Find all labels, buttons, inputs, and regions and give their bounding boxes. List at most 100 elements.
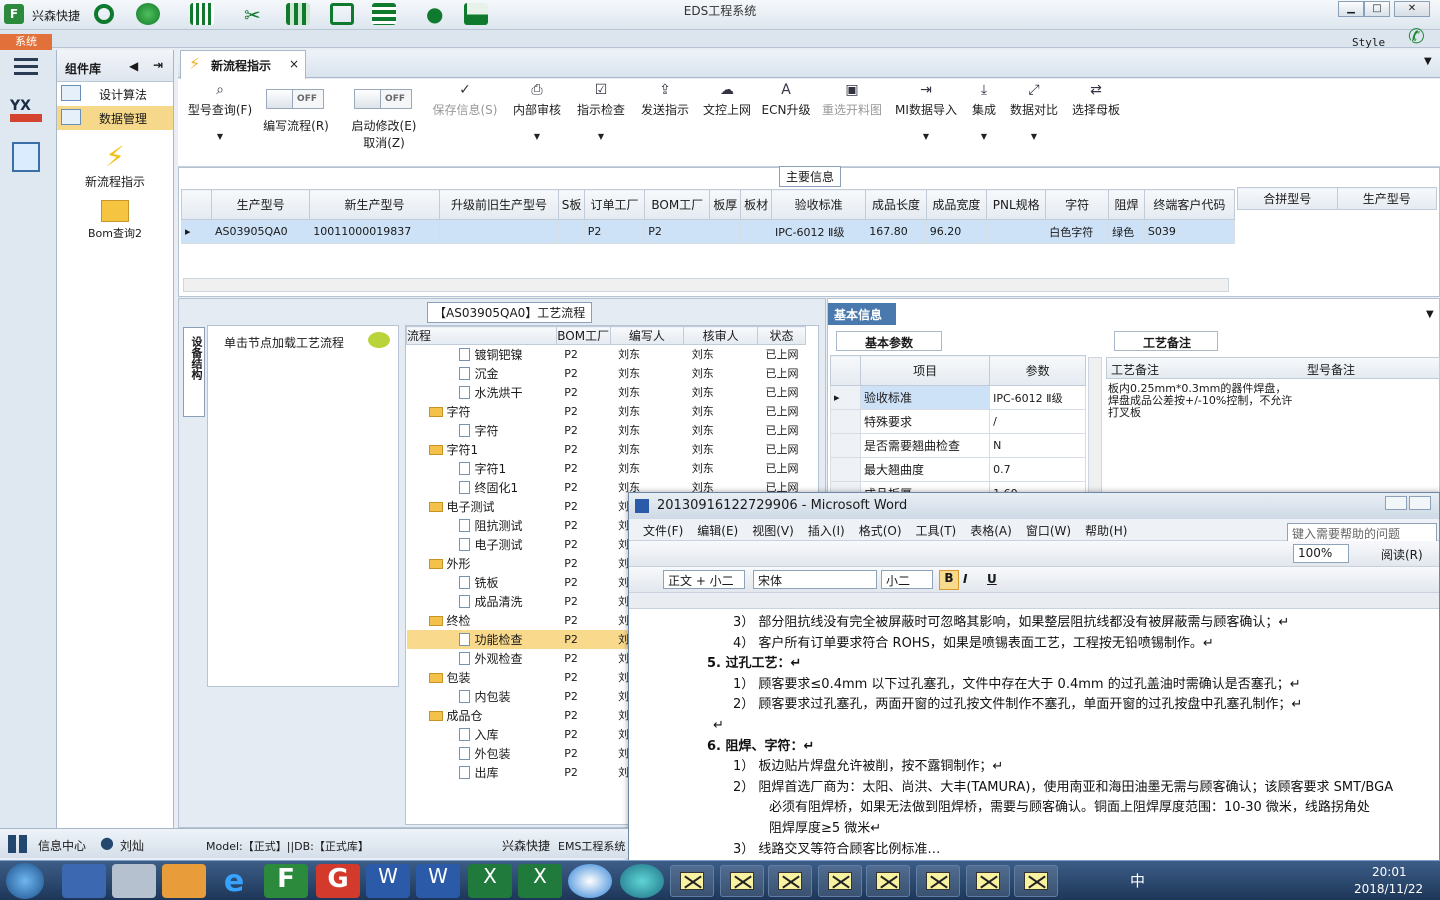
tree-row[interactable]: 字符 P2 刘东 刘东 已上网 bbox=[407, 421, 806, 440]
word-maximize-button[interactable] bbox=[1409, 496, 1431, 510]
taskbar-word-icon[interactable]: W bbox=[366, 864, 410, 898]
tree-row[interactable]: 字符1 P2 刘东 刘东 已上网 bbox=[407, 440, 806, 459]
clock-date[interactable]: 2018/11/22 bbox=[1354, 882, 1423, 896]
horizontal-scrollbar[interactable] bbox=[183, 278, 1229, 292]
column-header[interactable]: 成品长度 bbox=[865, 189, 927, 220]
taskbar-word2-icon[interactable]: W bbox=[416, 864, 460, 898]
equipment-structure-tab[interactable]: 设备结构 bbox=[183, 327, 205, 417]
taskbar-window-6[interactable] bbox=[916, 865, 960, 897]
maximize-button[interactable]: □ bbox=[1364, 1, 1390, 17]
process-notes-tab[interactable]: 工艺备注 bbox=[1114, 331, 1218, 351]
column-header[interactable]: 工艺备注 bbox=[1111, 361, 1159, 378]
taskbar-eye-icon[interactable] bbox=[620, 864, 664, 898]
taskbar-window-3[interactable] bbox=[768, 865, 812, 897]
list-icon[interactable] bbox=[372, 3, 396, 25]
write-flow-toggle[interactable]: OFF bbox=[266, 89, 324, 109]
scissors-icon[interactable]: ✂ bbox=[244, 3, 261, 27]
yx-logo-icon[interactable]: YX bbox=[10, 98, 42, 128]
pin-icon[interactable]: ⇥ bbox=[153, 58, 163, 72]
taskbar-ie-icon[interactable]: e bbox=[212, 864, 256, 899]
taskbar-window-8[interactable] bbox=[1014, 865, 1058, 897]
word-menu-item[interactable]: 编辑(E) bbox=[697, 524, 738, 538]
taskbar-shell-icon[interactable] bbox=[162, 864, 206, 898]
zoom-select[interactable]: 100% bbox=[1293, 544, 1349, 563]
read-button[interactable]: 阅读(R) bbox=[1381, 546, 1423, 563]
help-search-input[interactable]: 键入需要帮助的问题 bbox=[1287, 523, 1437, 542]
tab-close-button[interactable]: × bbox=[289, 57, 299, 71]
word-menu-item[interactable]: 插入(I) bbox=[808, 524, 845, 538]
column-header[interactable]: 生产型号 bbox=[1336, 187, 1437, 210]
nav-item-design-algorithm[interactable]: 设计算法 bbox=[57, 82, 173, 106]
column-header[interactable]: S板 bbox=[558, 189, 585, 220]
system-tab[interactable]: 系统 bbox=[0, 34, 52, 50]
save-info-button[interactable]: ✓ 保存信息(S) bbox=[428, 79, 502, 118]
param-value[interactable]: N bbox=[989, 433, 1086, 458]
taskbar-window-2[interactable] bbox=[720, 865, 764, 897]
table-row[interactable]: ▸ AS03905QA0 10011000019837 P2 P2 IPC-6012 Ⅱ级… bbox=[181, 219, 1236, 244]
tree-row[interactable]: 字符 P2 刘东 刘东 已上网 bbox=[407, 402, 806, 421]
chart-icon[interactable] bbox=[464, 3, 488, 25]
column-header[interactable]: 流程 bbox=[406, 326, 557, 345]
select-mother-button[interactable]: ⇄ 选择母板 bbox=[1070, 79, 1122, 118]
column-header[interactable]: 板厚 bbox=[709, 189, 742, 220]
tree-row[interactable]: 水洗烘干 P2 刘东 刘东 已上网 bbox=[407, 383, 806, 402]
column-header[interactable]: 核审人 bbox=[683, 326, 758, 345]
word-menu-item[interactable]: 文件(F) bbox=[643, 524, 683, 538]
word-menu-item[interactable]: 视图(V) bbox=[752, 524, 794, 538]
menu-icon[interactable] bbox=[14, 58, 38, 76]
data-compare-button[interactable]: ⤢ 数据对比 ▼ bbox=[1008, 79, 1060, 141]
font-size-select[interactable]: 小二 bbox=[881, 570, 933, 589]
upload-doc-button[interactable]: ☁ 文控上网 bbox=[698, 79, 756, 118]
close-button[interactable]: ✕ bbox=[1394, 1, 1430, 17]
table-row[interactable]: 特殊要求 / bbox=[830, 409, 1086, 434]
film-icon[interactable] bbox=[286, 3, 310, 25]
column-header[interactable]: BOM工厂 bbox=[644, 189, 711, 220]
start-button[interactable] bbox=[6, 863, 44, 899]
cancel-button[interactable]: 取消(Z) bbox=[348, 134, 420, 151]
tile-bom-query[interactable]: Bom查询2 bbox=[57, 200, 173, 241]
tree-row[interactable]: 字符1 P2 刘东 刘东 已上网 bbox=[407, 459, 806, 478]
taskbar-g-app-icon[interactable]: G bbox=[316, 864, 360, 898]
word-menu-item[interactable]: 帮助(H) bbox=[1085, 524, 1127, 538]
taskbar-window-5[interactable] bbox=[866, 865, 910, 897]
taskbar-scanner-icon[interactable] bbox=[112, 864, 156, 898]
internal-review-button[interactable]: ⎙ 内部审核 ▼ bbox=[508, 79, 566, 141]
model-query-button[interactable]: ⌕ 型号查询(F) ▼ bbox=[184, 79, 256, 141]
instruction-check-button[interactable]: ☑ 指示检查 ▼ bbox=[572, 79, 630, 141]
ime-indicator[interactable]: 中 bbox=[1130, 870, 1145, 891]
integrate-button[interactable]: ⤓ 集成 ▼ bbox=[966, 79, 1002, 141]
column-header[interactable]: 字符 bbox=[1045, 189, 1110, 220]
column-header[interactable]: 验收标准 bbox=[771, 189, 867, 220]
font-select[interactable]: 宋体 bbox=[753, 570, 877, 589]
word-menu-item[interactable]: 格式(O) bbox=[859, 524, 902, 538]
tile-new-flow[interactable]: ⚡ 新流程指示 bbox=[57, 140, 173, 190]
column-header[interactable]: 编写人 bbox=[609, 326, 685, 345]
table-row[interactable]: 是否需要翘曲检查 N bbox=[830, 433, 1086, 458]
word-document-body[interactable]: 3） 部分阻抗线没有完全被屏蔽时可忽略其影响，如果整层阻抗线都没有被屏蔽需与顾客… bbox=[629, 609, 1439, 860]
phone-icon[interactable]: ✆ bbox=[1408, 24, 1425, 48]
column-header[interactable]: 升级前旧生产型号 bbox=[438, 189, 560, 220]
word-minimize-button[interactable] bbox=[1385, 496, 1407, 510]
basic-info-tab[interactable]: 基本信息 bbox=[828, 303, 896, 325]
tab-dropdown-icon[interactable]: ▼ bbox=[1424, 56, 1432, 67]
basic-params-tab[interactable]: 基本参数 bbox=[836, 331, 942, 351]
copy-icon[interactable] bbox=[330, 3, 354, 25]
taskbar-save-icon[interactable] bbox=[62, 864, 106, 898]
mi-import-button[interactable]: ⇥ MI数据导入 ▼ bbox=[892, 79, 960, 141]
nav-item-data-management[interactable]: 数据管理 bbox=[57, 106, 173, 130]
taskbar-window-7[interactable] bbox=[966, 865, 1010, 897]
column-header[interactable]: 成品宽度 bbox=[925, 189, 988, 220]
tab-new-flow[interactable]: ⚡ 新流程指示 × bbox=[180, 50, 306, 79]
column-header[interactable]: 参数 bbox=[989, 355, 1086, 386]
style-select[interactable]: 正文 + 小二 bbox=[663, 570, 745, 589]
column-header[interactable]: 板材 bbox=[740, 189, 773, 220]
grid-icon[interactable] bbox=[190, 3, 214, 25]
word-menu-item[interactable]: 窗口(W) bbox=[1026, 524, 1071, 538]
italic-button[interactable]: I bbox=[963, 572, 967, 586]
ecn-upgrade-button[interactable]: A ECN升级 bbox=[760, 79, 812, 118]
column-header[interactable]: 终端客户代码 bbox=[1143, 189, 1236, 220]
bold-button[interactable]: B bbox=[939, 570, 959, 590]
taskbar-window-4[interactable] bbox=[818, 865, 862, 897]
reselect-material-button[interactable]: ▣ 重选开料图 bbox=[818, 79, 886, 118]
minimize-button[interactable]: ▁ bbox=[1338, 1, 1364, 17]
